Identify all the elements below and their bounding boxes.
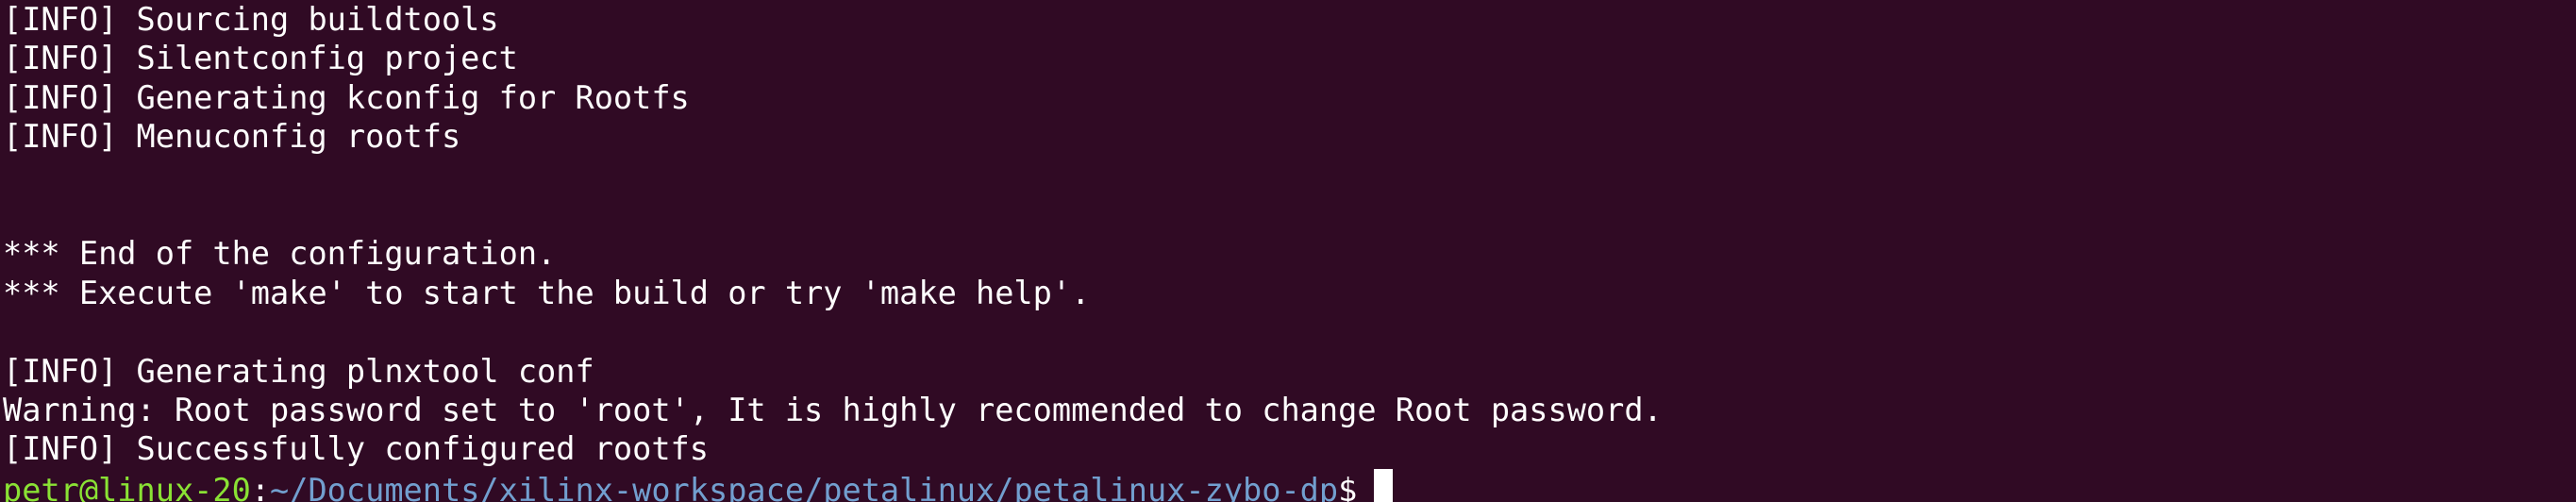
output-line: [INFO] Generating kconfig for Rootfs — [3, 78, 690, 116]
output-line: [INFO] Successfully configured rootfs — [3, 430, 709, 468]
warning-line: Warning: Root password set to 'root', It… — [3, 391, 1663, 428]
prompt-line[interactable]: petr@linux-20:~/Documents/xilinx-workspa… — [3, 468, 2576, 502]
prompt-separator: : — [250, 471, 271, 502]
output-line: [INFO] Generating plnxtool conf — [3, 352, 594, 390]
prompt-path: ~/Documents/xilinx-workspace/petalinux/p… — [270, 471, 1339, 502]
prompt-user-host: petr@linux-20 — [3, 471, 251, 502]
output-line: *** Execute 'make' to start the build or… — [3, 274, 1091, 311]
text-cursor[interactable] — [1374, 468, 1394, 502]
output-line: [INFO] Sourcing buildtools — [3, 1, 499, 38]
prompt-symbol: $ — [1338, 471, 1358, 502]
output-line: [INFO] Silentconfig project — [3, 40, 518, 77]
output-line: [INFO] Menuconfig rootfs — [3, 118, 461, 156]
output-line: *** End of the configuration. — [3, 235, 557, 273]
terminal-window[interactable]: [INFO] Sourcing buildtools [INFO] Silent… — [0, 0, 2576, 502]
